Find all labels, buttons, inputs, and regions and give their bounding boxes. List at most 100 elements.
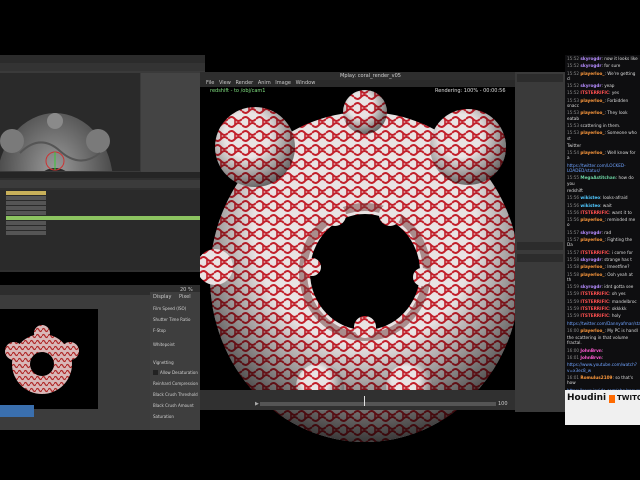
chat-text: redshift [567,187,583,193]
chat-message: 15:57 ITSTERRIFIC: i come for [567,249,633,255]
chat-message: 15:52 ITSTERRIFIC: yes [567,90,620,96]
chat-text: https://twitter.com/Dannyafmar/status/ [567,320,640,326]
chat-timestamp: 15:58 [567,256,580,262]
chat-text: mandelbroc [611,298,637,304]
menu-anim[interactable]: Anim [258,80,271,86]
tree-row[interactable] [6,201,46,205]
chat-username[interactable]: ITSTERRIFIC [580,210,609,215]
menu-file[interactable]: File [206,80,214,86]
chat-username[interactable]: playerloo_ [580,98,604,103]
logo-brand: Houdini [567,393,607,403]
chat-username[interactable]: ITSTERRIFIC [580,250,609,255]
tree-row[interactable] [6,221,46,225]
chat-username[interactable]: skyrogdr [580,63,601,68]
chat-timestamp: 15:56 [567,209,580,215]
chat-text: now it looks like [604,56,638,61]
chat-text: Imeetfine? [607,264,630,270]
chat-username[interactable]: ITSTERRIFIC [580,299,609,304]
chat-text: i come for [611,249,633,255]
chat-username[interactable]: playerloo_ [580,71,604,76]
tree-row[interactable] [6,226,46,230]
chat-username[interactable]: ITSTERRIFIC [580,306,609,311]
chat-username[interactable]: playerloo_ [580,264,604,269]
param-label: Saturation [153,414,174,419]
chat-message: 15:56 playerloo_: reminded me o [567,217,636,228]
chat-username[interactable]: skyrogdr [580,230,601,235]
chat-username[interactable]: playerloo_ [580,130,604,135]
play-button-icon[interactable]: ▶ [255,401,259,407]
frame-marker[interactable] [364,396,365,406]
chat-message: 15:53 playerloo_: Someone who st [567,130,637,141]
tree-row[interactable] [6,211,46,215]
tab-display[interactable]: Display [153,294,171,300]
chat-text: https://www.youtube.com/watch?v=x3ec8_w [567,362,637,373]
chat-username[interactable]: MegaAstitchan [580,175,615,180]
chat-username[interactable]: playerloo_ [580,237,604,242]
chat-message: 15:52 playerloo_: We're getting cl [567,70,636,81]
tree-row[interactable] [6,196,46,200]
chat-username[interactable]: playerloo_ [580,217,604,222]
chat-username[interactable]: skyrogdr [580,83,601,88]
chat-message: 16:01 JohnBrvn: [567,355,604,361]
chat-message: 15:52 skyrogdr: for sure [567,63,621,69]
param-label: Black Crush Amount [153,403,194,408]
chat-username[interactable]: ITSTERRIFIC [580,291,609,296]
menu-window[interactable]: Window [296,80,316,86]
toolbar-strip [517,74,563,82]
tab-pixel[interactable]: Pixel [179,294,191,300]
chat-message: 15:59 ITSTERRIFIC: mandelbroc [567,298,637,304]
chat-username[interactable]: skyrogdr [580,56,601,61]
tree-row-selected[interactable] [6,216,202,220]
render-thumbnail [0,309,98,409]
selected-item-strip[interactable] [0,405,34,417]
tree-row[interactable] [6,206,46,210]
chat-message: 15:52 skyrogdr: yeap [567,83,615,89]
chat-username[interactable]: skyrogdr [580,284,601,289]
scene-viewport[interactable] [0,73,140,171]
scene-tree-list[interactable] [0,190,205,270]
chat-text: scattering in them. [580,122,621,128]
chat-username[interactable]: Romulus2109 [580,375,612,380]
chat-timestamp: 15:52 [567,90,580,96]
chat-text: yes [611,90,620,96]
chat-username[interactable]: ITSTERRIFIC [580,90,609,95]
chat-username[interactable]: playerloo_ [580,272,604,277]
chat-timestamp: 15:53 [567,122,580,128]
chat-username[interactable]: playerloo_ [580,110,604,115]
chat-message: 15:54 playerloo_: Well know for a [567,150,636,161]
menu-render[interactable]: Render [235,80,253,86]
tree-row[interactable] [6,191,46,195]
menu-image[interactable]: Image [275,80,291,86]
mplay-render-window: Mplay: coral_render_v05 File View Render… [200,72,515,462]
chat-username[interactable]: JohnBrvn [580,348,601,353]
chat-message: 15:59 ITSTERRIFIC: holy [567,313,621,319]
chat-timestamp: 15:56 [567,202,580,208]
chat-username[interactable]: wikisteo [580,195,600,200]
menu-view[interactable]: View [219,80,231,86]
chat-message: 15:59 ITSTERRIFIC: okkkkk [567,305,627,311]
chat-text: yeap [604,83,615,89]
frame-slider[interactable] [260,396,496,406]
chat-username[interactable]: playerloo_ [580,328,604,333]
chat-message: 15:57 skyrogdr: rad [567,229,612,235]
houdini-twitch-logo: Houdini TWITCH [565,390,640,425]
param-label: Whitepoint [153,342,175,347]
chat-text: holy [611,313,621,319]
pane-tabs[interactable] [0,180,205,188]
chat-username[interactable]: wikisteo [580,203,600,208]
chat-message: redshift [565,187,640,194]
chat-message: https://twitter.com/Dannyafmar/status/ [565,320,640,327]
render-timeline: ▶ 100 [200,390,515,410]
chat-timestamp: 16:00 [567,327,580,333]
chat-username[interactable]: ITSTERRIFIC [580,313,609,318]
frame-end[interactable]: 100 [498,401,508,407]
chat-timestamp: 16:01 [567,355,580,361]
pane-header [0,172,205,178]
chat-username[interactable]: skyrogdr [580,257,601,262]
chat-username[interactable]: JohnBrvn [580,355,601,360]
desaturation-checkbox[interactable] [153,370,158,375]
param-label: Allow Desaturation [160,370,198,375]
chat-message: https://www.youtube.com/watch?v=x3ec8_w [565,361,640,374]
tree-row[interactable] [6,231,46,235]
chat-username[interactable]: playerloo_ [580,150,604,155]
